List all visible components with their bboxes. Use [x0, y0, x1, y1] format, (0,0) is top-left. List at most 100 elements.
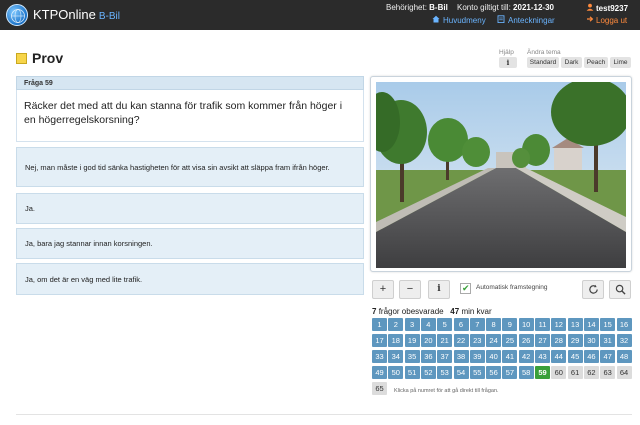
answer-option-4[interactable]: Ja, om det är en väg med lite trafik. — [16, 263, 364, 295]
question-number-2[interactable]: 2 — [388, 318, 404, 331]
minus-icon: − — [406, 283, 414, 295]
question-number-41[interactable]: 41 — [502, 350, 518, 363]
question-number-55[interactable]: 55 — [469, 366, 485, 379]
question-number-14[interactable]: 14 — [583, 318, 599, 331]
search-icon — [615, 284, 626, 295]
question-number-50[interactable]: 50 — [388, 366, 404, 379]
logout-label: Logga ut — [596, 16, 628, 25]
question-number-53[interactable]: 53 — [437, 366, 453, 379]
answer-option-1[interactable]: Nej, man måste i god tid sänka hastighet… — [16, 147, 364, 187]
refresh-button[interactable] — [582, 280, 604, 299]
question-number-37[interactable]: 37 — [437, 350, 453, 363]
question-number-43[interactable]: 43 — [535, 350, 550, 363]
question-number-35[interactable]: 35 — [404, 350, 420, 363]
info-button[interactable]: i — [428, 280, 450, 299]
logout-link[interactable]: Logga ut — [586, 15, 627, 25]
question-number-64[interactable]: 64 — [616, 366, 632, 379]
globe-icon[interactable] — [6, 4, 28, 26]
question-number-27[interactable]: 27 — [535, 334, 550, 347]
brand-name[interactable]: KTPOnline B-Bil — [33, 7, 120, 22]
question-number-59[interactable]: 59 — [535, 366, 550, 379]
question-number-6[interactable]: 6 — [453, 318, 469, 331]
question-number-19[interactable]: 19 — [404, 334, 420, 347]
question-number-56[interactable]: 56 — [486, 366, 502, 379]
question-number-36[interactable]: 36 — [420, 350, 436, 363]
question-number-62[interactable]: 62 — [583, 366, 599, 379]
question-number-46[interactable]: 46 — [583, 350, 599, 363]
question-number-22[interactable]: 22 — [453, 334, 469, 347]
question-number-10[interactable]: 10 — [518, 318, 534, 331]
main-menu-link[interactable]: Huvudmeny — [432, 15, 486, 25]
question-text: Räcker det med att du kan stanna för tra… — [16, 90, 364, 142]
auto-advance-checkbox[interactable]: ✔ — [460, 283, 471, 294]
question-number-24[interactable]: 24 — [486, 334, 502, 347]
question-number-20[interactable]: 20 — [420, 334, 436, 347]
theme-standard-button[interactable]: Standard — [527, 57, 559, 68]
question-number-7[interactable]: 7 — [469, 318, 485, 331]
user-account[interactable]: test9237 — [586, 3, 628, 13]
question-number-65[interactable]: 65 — [372, 382, 387, 395]
question-number-38[interactable]: 38 — [453, 350, 469, 363]
theme-peach-button[interactable]: Peach — [584, 57, 608, 68]
user-icon — [586, 3, 594, 13]
question-number-1[interactable]: 1 — [372, 318, 387, 331]
question-number-15[interactable]: 15 — [600, 318, 616, 331]
answer-option-2[interactable]: Ja. — [16, 193, 364, 224]
question-number-45[interactable]: 45 — [567, 350, 583, 363]
question-number-21[interactable]: 21 — [437, 334, 453, 347]
question-number-8[interactable]: 8 — [486, 318, 502, 331]
question-number-63[interactable]: 63 — [600, 366, 616, 379]
question-number-44[interactable]: 44 — [551, 350, 567, 363]
question-number-30[interactable]: 30 — [583, 334, 599, 347]
question-number-26[interactable]: 26 — [518, 334, 534, 347]
question-number-58[interactable]: 58 — [518, 366, 534, 379]
question-number-52[interactable]: 52 — [420, 366, 436, 379]
road-scene-image[interactable] — [376, 82, 626, 268]
question-number-39[interactable]: 39 — [469, 350, 485, 363]
question-number-51[interactable]: 51 — [404, 366, 420, 379]
theme-lime-button[interactable]: Lime — [610, 57, 631, 68]
question-number-3[interactable]: 3 — [404, 318, 420, 331]
question-number-18[interactable]: 18 — [388, 334, 404, 347]
question-number-9[interactable]: 9 — [502, 318, 518, 331]
question-number-40[interactable]: 40 — [486, 350, 502, 363]
question-number-54[interactable]: 54 — [453, 366, 469, 379]
question-number-57[interactable]: 57 — [502, 366, 518, 379]
answer-option-3[interactable]: Ja, bara jag stannar innan korsningen. — [16, 228, 364, 259]
question-number-60[interactable]: 60 — [551, 366, 567, 379]
question-number-12[interactable]: 12 — [551, 318, 567, 331]
question-number-29[interactable]: 29 — [567, 334, 583, 347]
question-number-49[interactable]: 49 — [372, 366, 387, 379]
question-number-42[interactable]: 42 — [518, 350, 534, 363]
question-number-23[interactable]: 23 — [469, 334, 485, 347]
question-number-13[interactable]: 13 — [567, 318, 583, 331]
question-image-frame — [370, 76, 632, 272]
brand-title: KTPOnline — [33, 7, 96, 22]
notes-icon — [497, 15, 505, 25]
question-number-16[interactable]: 16 — [616, 318, 632, 331]
zoom-out-button[interactable]: − — [399, 280, 421, 299]
search-button[interactable] — [609, 280, 631, 299]
question-number-5[interactable]: 5 — [437, 318, 453, 331]
zoom-in-button[interactable]: + — [372, 280, 394, 299]
question-number-33[interactable]: 33 — [372, 350, 387, 363]
validity-label: Konto giltigt till: — [457, 3, 511, 12]
notes-link[interactable]: Anteckningar — [497, 15, 555, 25]
question-number-47[interactable]: 47 — [600, 350, 616, 363]
question-number-28[interactable]: 28 — [551, 334, 567, 347]
question-number-61[interactable]: 61 — [567, 366, 583, 379]
question-number-11[interactable]: 11 — [535, 318, 550, 331]
permission-label: Behörighet: — [386, 3, 427, 12]
unanswered-count: 7 — [372, 307, 377, 316]
theme-dark-button[interactable]: Dark — [561, 57, 582, 68]
question-number-17[interactable]: 17 — [372, 334, 387, 347]
question-number-25[interactable]: 25 — [502, 334, 518, 347]
help-button[interactable]: i — [499, 57, 517, 68]
question-number-32[interactable]: 32 — [616, 334, 632, 347]
question-number-31[interactable]: 31 — [600, 334, 616, 347]
footer-divider — [16, 414, 632, 415]
info-icon: i — [437, 284, 441, 294]
question-number-34[interactable]: 34 — [388, 350, 404, 363]
question-number-48[interactable]: 48 — [616, 350, 632, 363]
question-number-4[interactable]: 4 — [420, 318, 436, 331]
